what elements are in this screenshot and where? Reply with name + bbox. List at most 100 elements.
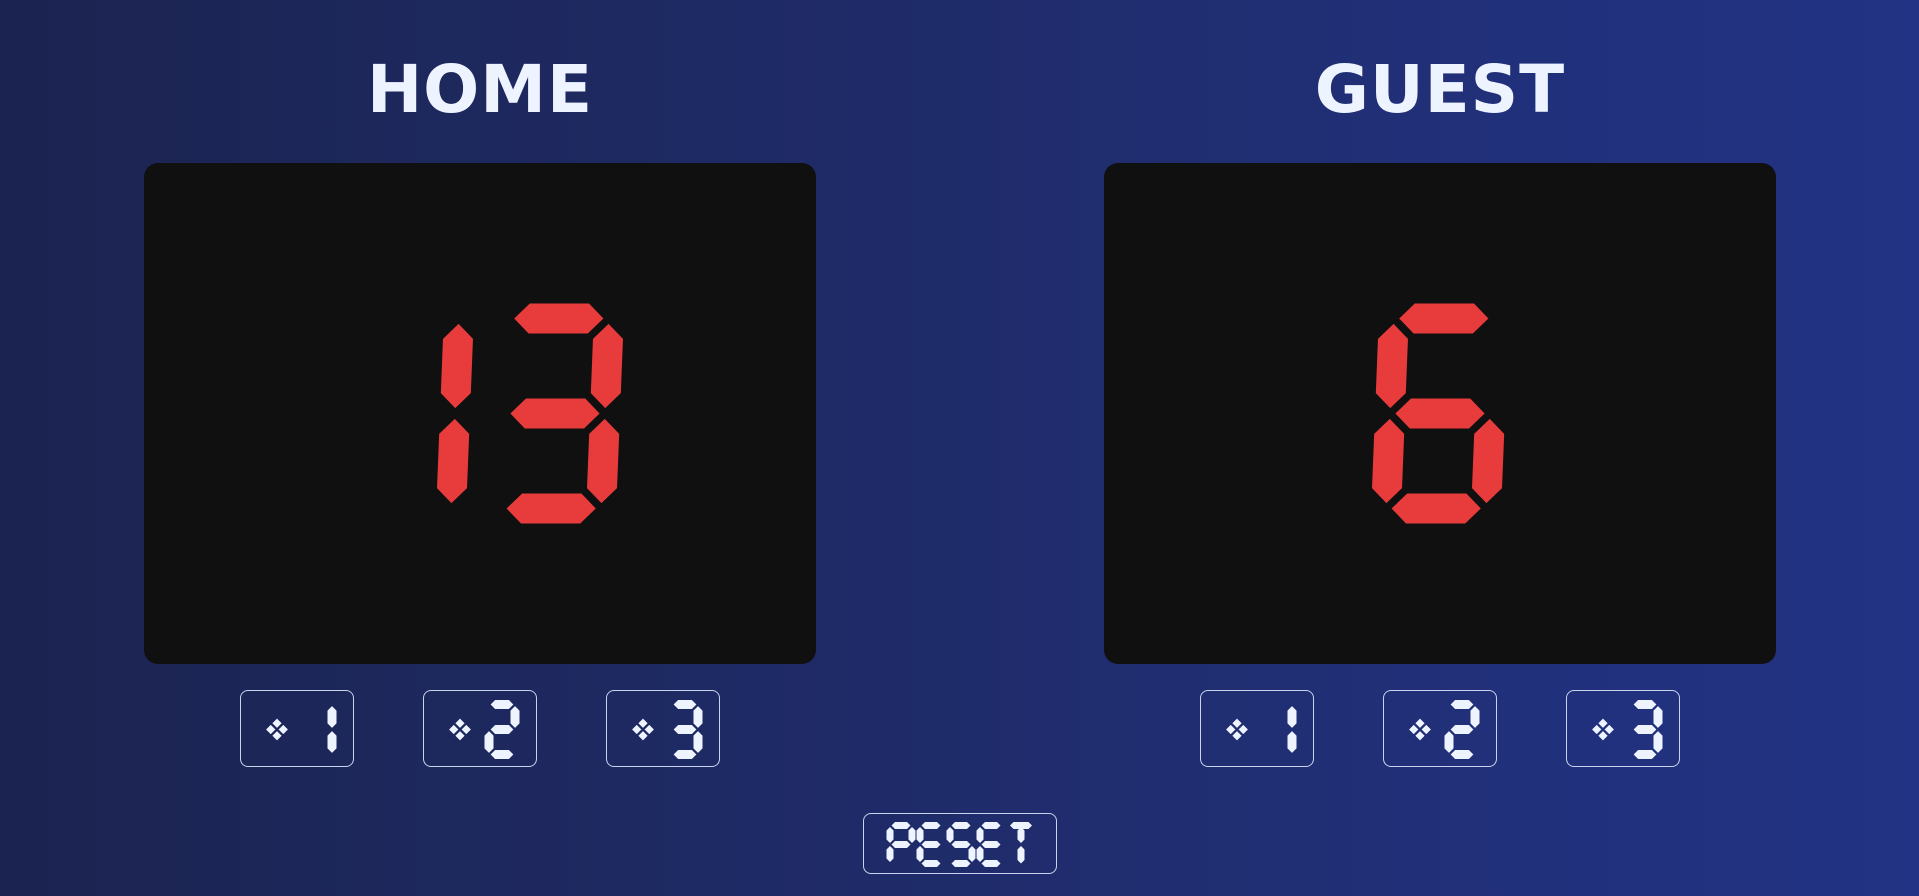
label-char-0-plus-top-segment	[638, 718, 648, 728]
score-digit-0-upper-left-segment	[1375, 323, 1408, 409]
label-char-0-plus-bottom-segment	[638, 731, 648, 741]
label-char-0-plus-bottom-segment	[1598, 731, 1608, 741]
label-char-0-middle-segment	[891, 841, 911, 848]
label-char-0-plus-bottom-segment	[272, 731, 282, 741]
label-char-2-top-segment	[951, 822, 971, 829]
label-char-0-plus-left-segment	[449, 725, 459, 734]
label-char-1-upper-right-segment	[693, 706, 703, 728]
label-char-1-lower-right-segment	[693, 731, 703, 753]
score-digit-0-lower-right-segment	[1472, 418, 1505, 504]
label-char-4	[1010, 822, 1032, 864]
reset-button[interactable]: RESET	[863, 813, 1057, 874]
score-digit-1	[506, 303, 623, 524]
label-char-1-top-segment	[1633, 700, 1657, 709]
label-char-1-bottom-segment	[1633, 750, 1657, 759]
label-char-3-bottom-segment	[981, 860, 1001, 867]
reset-label	[886, 822, 1032, 867]
label-char-0-plus-left-segment	[266, 725, 276, 734]
label-char-0	[1226, 718, 1248, 741]
label-char-2	[946, 822, 976, 867]
label-char-1	[1633, 700, 1663, 759]
label-char-0-plus-bottom-segment	[1232, 731, 1242, 741]
label-char-0-plus-left-segment	[632, 725, 642, 734]
label-char-0-plus-right-segment	[461, 725, 471, 734]
label-char-0-plus-top-segment	[272, 718, 282, 728]
home-team-title: HOME	[366, 51, 594, 128]
label-char-1-middle-segment	[1450, 725, 1474, 734]
label-char-0-plus-left-segment	[1592, 725, 1602, 734]
label-char-1-lower-right-segment	[327, 731, 337, 753]
guest-add-2-button[interactable]: +2	[1383, 690, 1497, 767]
label-char-1-top-segment	[921, 822, 941, 829]
label-char-0-upper-right-segment	[908, 827, 916, 843]
score-digit-0-lower-left-segment	[1372, 418, 1405, 504]
label-char-0-plus-top-segment	[455, 718, 465, 728]
label-char-1-upper-right-segment	[1287, 706, 1297, 728]
label-char-1-upper-right-segment	[1470, 706, 1480, 728]
guest-add-2-label	[1409, 700, 1480, 759]
label-char-2-middle-segment	[951, 841, 971, 848]
label-char-1	[1444, 700, 1480, 759]
score-digit-0	[1372, 303, 1505, 524]
label-char-0-plus-left-segment	[1409, 725, 1419, 734]
label-char-4-lower-center-segment	[1017, 846, 1025, 864]
score-digit-1-upper-right-segment	[590, 323, 623, 409]
label-char-1-top-segment	[673, 700, 697, 709]
label-char-1	[327, 706, 337, 753]
guest-add-3-button[interactable]: +3	[1566, 690, 1680, 767]
score-digit-0-top-segment	[1399, 303, 1489, 334]
label-char-0-plus-right-segment	[1604, 725, 1614, 734]
label-char-3-middle-segment	[981, 841, 1001, 848]
label-char-0-plus-right-segment	[278, 725, 288, 734]
label-char-1-bottom-segment	[490, 750, 514, 759]
score-digit-0-upper-right-segment	[440, 323, 473, 409]
label-char-1-top-segment	[490, 700, 514, 709]
label-char-3-upper-left-segment	[976, 827, 984, 843]
label-char-0-upper-left-segment	[886, 827, 894, 843]
score-digit-0	[437, 323, 473, 504]
label-char-2-upper-left-segment	[946, 827, 954, 843]
label-char-3-lower-left-segment	[976, 846, 984, 862]
guest-add-3-label	[1592, 700, 1663, 759]
label-char-0-plus-top-segment	[1232, 718, 1242, 728]
label-char-0	[449, 718, 471, 741]
label-char-1-upper-right-segment	[1653, 706, 1663, 728]
home-add-1-button[interactable]: +1	[240, 690, 354, 767]
label-char-1-middle-segment	[1633, 725, 1657, 734]
home-add-2-label	[449, 700, 520, 759]
guest-add-1-button[interactable]: +1	[1200, 690, 1314, 767]
guest-button-row: +1 +2 +3	[1104, 690, 1776, 768]
label-char-0	[886, 822, 916, 862]
label-char-1-upper-right-segment	[327, 706, 337, 728]
guest-add-1-label	[1226, 706, 1297, 753]
label-char-1	[673, 700, 703, 759]
label-char-0-lower-left-segment	[886, 846, 894, 862]
label-char-2-bottom-segment	[951, 860, 971, 867]
home-add-2-button[interactable]: +2	[423, 690, 537, 767]
label-char-1-upper-right-segment	[510, 706, 520, 728]
label-char-1-middle-segment	[921, 841, 941, 848]
label-char-3	[976, 822, 1001, 867]
label-char-1-bottom-segment	[921, 860, 941, 867]
label-char-0-plus-top-segment	[1415, 718, 1425, 728]
score-digit-0-middle-segment	[1395, 398, 1485, 429]
score-digit-0-bottom-segment	[1391, 493, 1481, 524]
guest-score-panel: 6	[1104, 163, 1776, 664]
label-char-0	[1409, 718, 1431, 741]
home-score-display	[437, 303, 623, 524]
score-digit-1-lower-right-segment	[587, 418, 620, 504]
label-char-1-middle-segment	[673, 725, 697, 734]
label-char-1-top-segment	[1450, 700, 1474, 709]
label-char-0-top-segment	[891, 822, 911, 829]
label-char-0-plus-right-segment	[1421, 725, 1431, 734]
label-char-1-lower-left-segment	[1444, 731, 1454, 753]
label-char-0-plus-right-segment	[644, 725, 654, 734]
score-digit-1-bottom-segment	[506, 493, 596, 524]
label-char-0	[266, 718, 288, 741]
label-char-3-top-segment	[981, 822, 1001, 829]
home-add-3-button[interactable]: +3	[606, 690, 720, 767]
label-char-0-plus-bottom-segment	[455, 731, 465, 741]
label-char-0-plus-right-segment	[1238, 725, 1248, 734]
label-char-1-bottom-segment	[673, 750, 697, 759]
score-digit-1-top-segment	[514, 303, 604, 334]
